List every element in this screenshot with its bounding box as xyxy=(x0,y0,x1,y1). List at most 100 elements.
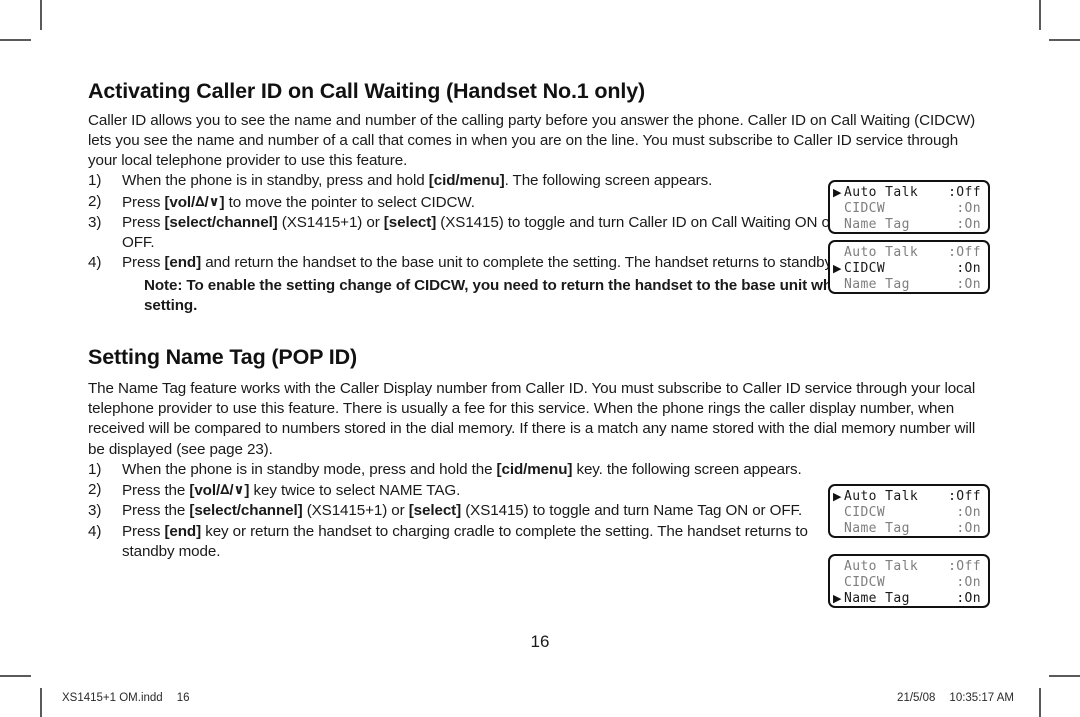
step-item: 4) Press [end] key or return the handset … xyxy=(88,522,842,563)
lcd-menu-row: ▶CIDCW:On xyxy=(833,575,983,591)
lcd-row-value: :Off xyxy=(948,559,981,574)
step-key-label: [select] xyxy=(383,213,437,231)
lcd-menu-row: ▶Name Tag:On xyxy=(833,277,983,293)
lcd-screen-menu-auto-talk-selected-2: ▶Auto Talk:Off▶CIDCW :On▶Name Tag:On xyxy=(828,484,990,538)
lcd-row-label: CIDCW xyxy=(844,201,886,217)
lcd-row-label: Auto Talk xyxy=(844,185,919,200)
lcd-pointer-icon: ▶ xyxy=(833,490,842,503)
lcd-row-value: :On xyxy=(956,261,981,277)
step-number: 4) xyxy=(88,522,102,540)
step-key-label: [end] xyxy=(164,522,202,540)
arrow-down-icon: ∨ xyxy=(208,193,220,210)
step-number: 4) xyxy=(88,254,102,272)
step-number: 3) xyxy=(88,502,102,520)
lcd-row-label: CIDCW xyxy=(844,505,886,521)
step-text: to move the pointer to select CIDCW. xyxy=(224,193,475,211)
step-item: 3) Press the [select/channel] (XS1415+1) … xyxy=(88,501,842,521)
lcd-row-label: Name Tag xyxy=(844,521,910,537)
lcd-row-value: :Off xyxy=(948,245,981,260)
step-item: 4) Press [end] and return the handset to … xyxy=(88,253,842,273)
step-text: Press xyxy=(122,213,165,231)
step-number: 3) xyxy=(88,213,102,231)
step-item: 3) Press [select/channel] (XS1415+1) or [… xyxy=(88,213,842,254)
footer-right: 21/5/08 10:35:17 AM xyxy=(897,692,1014,704)
lcd-row-label: Auto Talk xyxy=(844,559,919,574)
lcd-menu-row: ▶Name Tag :On xyxy=(833,591,983,607)
step-number: 2) xyxy=(88,192,102,210)
step-key-label: [vol/ xyxy=(189,482,221,500)
step-key-label: [cid/menu] xyxy=(428,172,505,190)
step-text: Press the xyxy=(122,482,190,500)
lcd-screen-menu-name-tag-selected: ▶Auto Talk:Off▶CIDCW:On▶Name Tag:On xyxy=(828,554,990,608)
lcd-pointer-icon: ▶ xyxy=(833,186,842,199)
arrow-down-icon: ∨ xyxy=(233,482,245,499)
step-text: key twice to select NAME TAG. xyxy=(249,482,461,500)
lcd-menu-row: ▶Auto Talk:Off xyxy=(833,489,983,505)
lcd-pointer-icon: ▶ xyxy=(833,592,842,606)
step-item: 1) When the phone is in standby mode, pre… xyxy=(88,460,842,480)
lcd-row-value: :On xyxy=(956,505,981,521)
step-text: Press xyxy=(122,193,165,211)
lcd-menu-row: ▶Name Tag:On xyxy=(833,521,983,537)
lcd-menu-row: ▶Auto Talk:Off xyxy=(833,559,983,575)
step-text: key. the following screen appears. xyxy=(572,460,802,478)
footer-left: XS1415+1 OM.indd 16 xyxy=(62,692,190,704)
lcd-row-label: Name Tag xyxy=(844,217,910,233)
section-intro-paragraph: Caller ID allows you to see the name and… xyxy=(88,111,976,170)
lcd-row-value: :On xyxy=(956,277,981,293)
lcd-screen-menu-cidcw-selected: ▶Auto Talk:Off▶CIDCW:On▶Name Tag:On xyxy=(828,240,990,294)
step-key-label: [select] xyxy=(408,502,462,520)
lcd-screen-menu-auto-talk-selected: ▶Auto Talk:Off▶CIDCW:On▶Name Tag:On xyxy=(828,180,990,234)
lcd-menu-row: ▶CIDCW:On xyxy=(833,505,983,521)
step-text: and return the handset to the base unit … xyxy=(201,254,836,272)
lcd-row-value: :On xyxy=(956,201,981,217)
footer-filename: XS1415+1 OM.indd xyxy=(62,692,163,704)
lcd-menu-row: ▶Auto Talk:Off xyxy=(833,245,983,261)
lcd-row-value: :On xyxy=(956,575,981,591)
lcd-row-label: CIDCW xyxy=(844,575,886,591)
manual-page: Activating Caller ID on Call Waiting (Ha… xyxy=(0,0,1080,677)
step-text: When the phone is in standby, press and … xyxy=(122,172,429,190)
lcd-menu-row: ▶Auto Talk :Off xyxy=(833,185,983,201)
footer-date: 21/5/08 xyxy=(897,692,936,704)
section-heading-caller-id-call-waiting: Activating Caller ID on Call Waiting (Ha… xyxy=(88,79,646,103)
lcd-menu-row: ▶CIDCW:On xyxy=(833,201,983,217)
step-text: (XS1415+1) or xyxy=(277,213,384,231)
step-item: 2) Press the [vol/∆/∨] key twice to sele… xyxy=(88,480,842,501)
lcd-menu-row: ▶Name Tag:On xyxy=(833,217,983,233)
lcd-row-label: Auto Talk xyxy=(844,245,919,260)
lcd-row-label: Name Tag xyxy=(844,277,910,293)
step-text: . The following screen appears. xyxy=(504,172,713,190)
footer-time: 10:35:17 AM xyxy=(949,692,1014,704)
lcd-row-value: :On xyxy=(956,591,981,607)
step-text: Press xyxy=(122,522,165,540)
lcd-menu-row: ▶CIDCW :On xyxy=(833,261,983,277)
step-number: 1) xyxy=(88,172,102,190)
arrow-up-icon: ∆ xyxy=(195,193,205,210)
step-item: 1) When the phone is in standby, press an… xyxy=(88,171,842,191)
section-heading-name-tag: Setting Name Tag (POP ID) xyxy=(88,345,358,370)
lcd-pointer-icon: ▶ xyxy=(833,262,842,276)
step-text: When the phone is in standby mode, press… xyxy=(122,460,497,478)
step-key-label: [select/channel] xyxy=(189,502,303,520)
lcd-row-value: :On xyxy=(956,217,981,233)
step-key-label: [cid/menu] xyxy=(496,460,573,478)
step-text: (XS1415) to toggle and turn Name Tag ON … xyxy=(461,502,803,520)
section-intro-paragraph-name-tag: The Name Tag feature works with the Call… xyxy=(88,379,976,458)
step-key-label: [select/channel] xyxy=(164,213,278,231)
lcd-row-value: :Off xyxy=(948,185,981,200)
lcd-row-label: CIDCW xyxy=(844,261,886,277)
lcd-row-value: :Off xyxy=(948,489,981,504)
step-key-label: [end] xyxy=(164,254,202,272)
step-text: Press xyxy=(122,254,165,272)
step-number: 2) xyxy=(88,481,102,499)
step-text: Press the xyxy=(122,502,190,520)
page-number: 16 xyxy=(530,632,550,651)
step-item: 2) Press [vol/∆/∨] to move the pointer to… xyxy=(88,192,842,213)
lcd-row-label: Name Tag xyxy=(844,591,910,607)
step-number: 1) xyxy=(88,460,102,478)
print-footer: XS1415+1 OM.indd 16 21/5/08 10:35:17 AM xyxy=(0,690,1080,714)
step-text: (XS1415+1) or xyxy=(302,502,409,520)
step-key-label: [vol/ xyxy=(164,193,196,211)
step-text: key or return the handset to charging cr… xyxy=(122,522,808,560)
